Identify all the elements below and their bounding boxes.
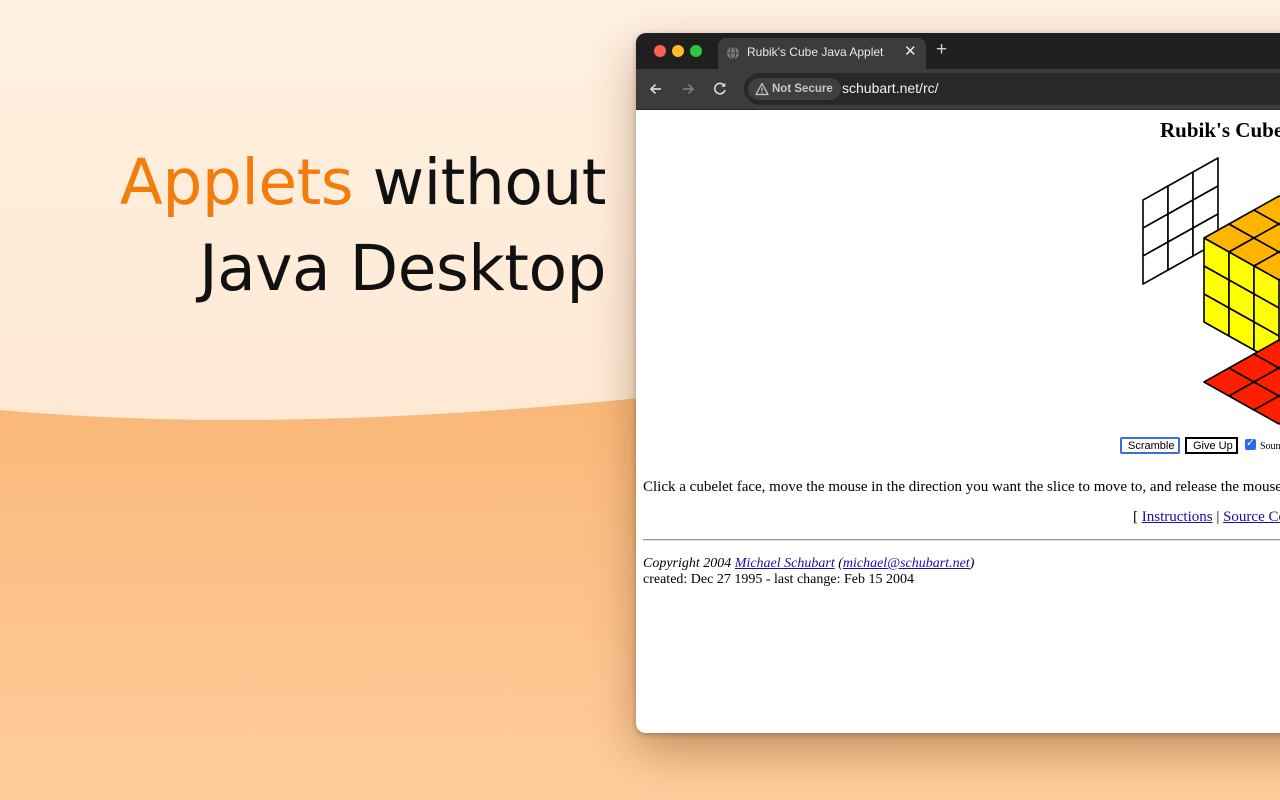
instructions-text: Click a cubelet face, move the mouse in … [643,479,1280,495]
checkmark-icon: ✓ [1246,436,1256,449]
author-open: ( [834,556,843,571]
author-close: ) [969,556,975,571]
web-page: Rubik's Cube Scramble Give Up ✓ Soun Cli… [636,110,1280,733]
headline-accent: Applets [119,146,354,219]
links-open: [ [1133,509,1142,525]
security-indicator[interactable]: Not Secure [748,78,841,100]
new-tab-icon[interactable]: + [936,40,947,60]
tab-close-icon[interactable]: ✕ [904,43,917,61]
instructions-link[interactable]: Instructions [1142,509,1213,525]
warning-icon [755,82,769,96]
sound-checkbox[interactable]: ✓ [1245,436,1256,450]
rubiks-cube-applet[interactable] [636,110,1280,440]
cube-bottom-face [1203,339,1280,425]
give-up-button[interactable]: Give Up [1185,437,1238,454]
page-links: [ Instructions | Source Code [1133,509,1280,526]
forward-arrow-icon[interactable] [678,79,698,99]
email-link[interactable]: michael@schubart.net [843,556,970,571]
dates-text: created: Dec 27 1995 - last change: Feb … [643,572,914,587]
browser-tab[interactable]: Rubik's Cube Java Applet ✕ [718,38,926,69]
globe-icon [727,46,739,60]
links-separator: | [1212,509,1224,525]
tab-title: Rubik's Cube Java Applet [747,45,884,59]
source-code-link[interactable]: Source Code [1223,509,1280,525]
author-link[interactable]: Michael Schubart [735,556,835,571]
copyright: Copyright 2004 Michael Schubart (michael… [643,556,974,572]
headline-line2: Java Desktop [199,232,606,305]
back-arrow-icon[interactable] [646,79,666,99]
close-window-button[interactable] [654,45,666,57]
minimize-window-button[interactable] [672,45,684,57]
hero-headline: Applets without Java Desktop [119,140,607,312]
copyright-prefix: Copyright 2004 [643,556,735,571]
security-label: Not Secure [772,83,833,95]
maximize-window-button[interactable] [690,45,702,57]
divider [643,539,1280,541]
browser-toolbar: Not Secure schubart.net/rc/ [636,69,1280,110]
url-text[interactable]: schubart.net/rc/ [842,80,939,96]
scramble-button[interactable]: Scramble [1120,437,1180,454]
headline-rest: without [372,146,607,219]
sound-label: Sound [1260,441,1280,452]
browser-titlebar: Rubik's Cube Java Applet ✕ + [636,33,1280,69]
browser-window: Rubik's Cube Java Applet ✕ + Not Secure [636,33,1280,733]
address-bar[interactable]: Not Secure schubart.net/rc/ [744,73,1280,105]
reload-icon[interactable] [710,79,730,99]
